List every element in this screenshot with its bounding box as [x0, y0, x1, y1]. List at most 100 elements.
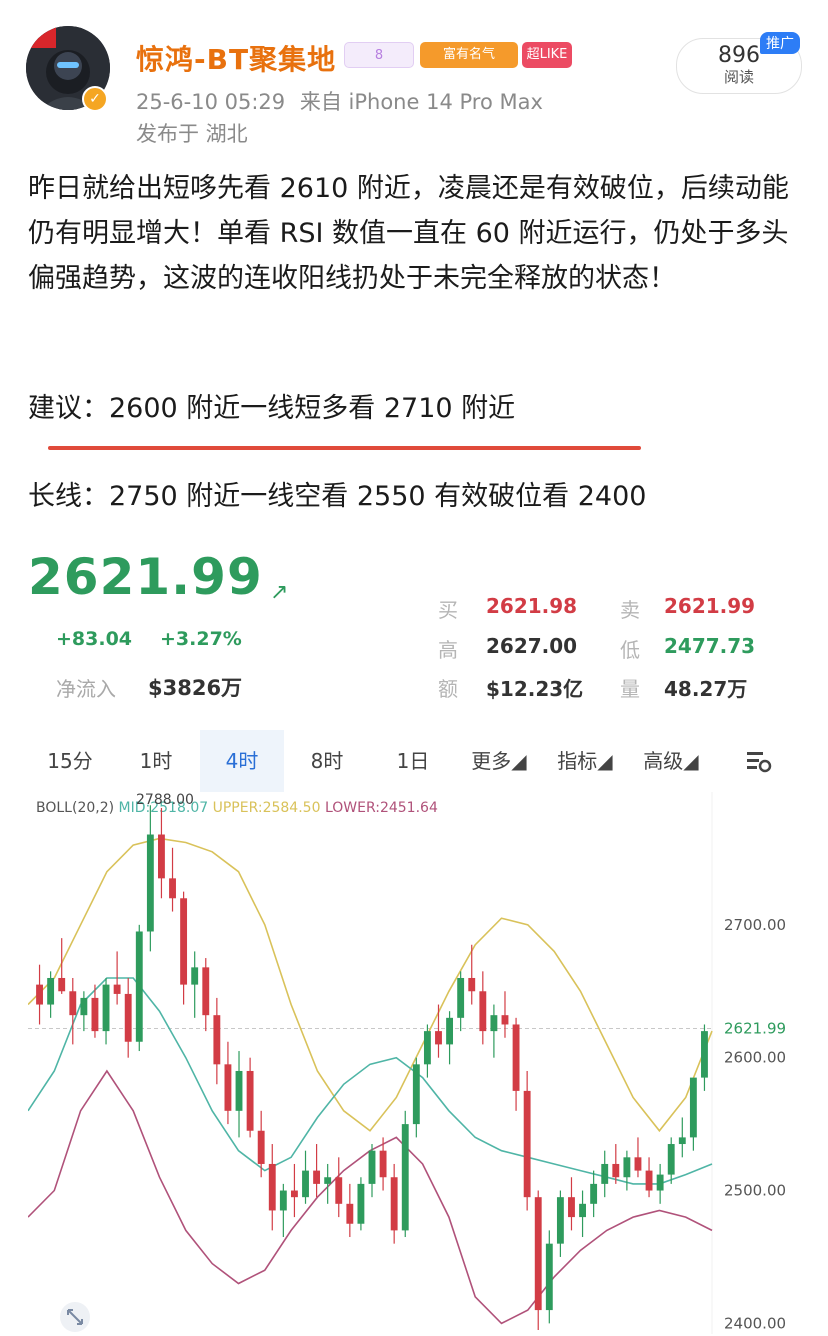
candle-body — [601, 1163, 609, 1184]
candle-body — [479, 991, 487, 1032]
candle-body — [268, 1163, 276, 1211]
promo-tag: 推广 — [760, 32, 800, 54]
candle-body — [446, 1017, 454, 1045]
y-tick-label: 2400.00 — [724, 1314, 786, 1332]
candle-body — [257, 1130, 265, 1164]
buy-value: 2621.98 — [486, 594, 578, 618]
read-label: 阅读 — [723, 68, 754, 86]
post-body: 昨日就给出短哆先看 2610 附近，凌晨还是有效破位，后续动能仍有明显增大！单看… — [28, 173, 789, 294]
expand-icon[interactable] — [60, 1302, 90, 1332]
high-label: 高 — [438, 638, 458, 662]
low-value: 2477.73 — [664, 634, 756, 658]
boll-upper-line — [28, 837, 713, 1133]
tab-8h[interactable]: 8时 — [284, 730, 370, 792]
candle-body — [169, 878, 176, 899]
candle-body — [401, 1124, 409, 1231]
netflow-label: 净流入 — [56, 677, 116, 701]
candle-body — [224, 1064, 232, 1111]
max-price-label: 2788.00 — [136, 792, 194, 808]
change-pct: +3.27% — [160, 628, 242, 650]
candle-body — [102, 984, 110, 1032]
candle-body — [545, 1243, 553, 1311]
post-timestamp: 25-6-10 05:29 — [136, 90, 286, 114]
candle-body — [523, 1090, 531, 1198]
post-source: 来自 iPhone 14 Pro Max — [299, 90, 543, 114]
candle-body — [246, 1070, 254, 1131]
candle-body — [468, 977, 476, 992]
candle-body — [423, 1031, 431, 1065]
candle-body — [390, 1177, 398, 1231]
candle-body — [689, 1077, 697, 1138]
candle-body — [490, 1015, 498, 1032]
username[interactable]: 惊鸿-BT聚集地 — [136, 38, 336, 78]
candle-body — [91, 997, 99, 1032]
candle-body — [412, 1064, 420, 1125]
candle-body — [512, 1024, 520, 1091]
candle-body — [235, 1070, 243, 1111]
candle-body — [357, 1183, 365, 1224]
post-suggestion: 建议：2600 附近一线短多看 2710 附近 — [28, 393, 516, 424]
candle-body — [623, 1157, 631, 1178]
level-badge-value: 8 — [374, 48, 384, 63]
candle-body — [146, 834, 154, 932]
chart-settings-icon[interactable] — [744, 746, 774, 776]
y-tick-label: 2600.00 — [724, 1049, 786, 1067]
candle-body — [346, 1203, 354, 1224]
tab-1d[interactable]: 1日 — [370, 730, 456, 792]
candle-body — [124, 993, 132, 1042]
sell-value: 2621.99 — [664, 594, 756, 618]
last-price: 2621.99 — [28, 548, 263, 606]
tab-4h[interactable]: 4时 — [200, 730, 284, 792]
candle-body — [180, 898, 188, 985]
candle-body — [701, 1031, 708, 1078]
tab-advanced[interactable]: 高级◢ — [628, 730, 714, 792]
candle-body — [645, 1170, 653, 1191]
tab-indicators[interactable]: 指标◢ — [542, 730, 628, 792]
candle-body — [80, 997, 88, 1016]
candle-body — [435, 1031, 442, 1045]
red-underline — [48, 446, 641, 450]
candle-body — [501, 1015, 509, 1025]
superlike-badge: 超LIKE — [522, 42, 572, 68]
candle-body — [213, 1015, 221, 1065]
boll-lower-line — [28, 1069, 713, 1325]
low-label: 低 — [620, 638, 640, 662]
tab-more[interactable]: 更多◢ — [456, 730, 542, 792]
tab-1h[interactable]: 1时 — [112, 730, 200, 792]
candle-body — [313, 1170, 321, 1184]
candle-body — [279, 1190, 287, 1211]
candle-body — [556, 1197, 564, 1244]
candle-body — [656, 1174, 664, 1191]
candle-body — [667, 1144, 675, 1175]
candle-body — [290, 1190, 298, 1198]
up-arrow-icon: ↗ — [270, 580, 289, 605]
candle-body — [58, 977, 66, 992]
candle-body — [568, 1197, 575, 1218]
volume-value: 48.27万 — [664, 677, 748, 701]
change-abs: +83.04 — [56, 628, 133, 650]
candle-body — [678, 1137, 686, 1145]
candle-body — [368, 1150, 376, 1184]
candle-body — [579, 1203, 586, 1218]
candle-body — [36, 984, 43, 1005]
candle-body — [612, 1163, 620, 1178]
candlestick-chart[interactable]: 2788.00 2700.00 2600.00 2500.00 2400.00 2621.… — [28, 792, 800, 1334]
candle-body — [113, 984, 121, 994]
tab-15m[interactable]: 15分 — [28, 730, 112, 792]
candle-body — [335, 1177, 343, 1204]
y-tick-label: 2700.00 — [724, 916, 786, 934]
volume-label: 量 — [620, 677, 640, 701]
rich-badge-label: 富有名气 — [442, 47, 495, 62]
post-long-term: 长线：2750 附近一线空看 2550 有效破位看 2400 — [28, 481, 647, 512]
netflow-value: $3826万 — [148, 676, 243, 700]
candle-body — [324, 1177, 332, 1184]
candle-body — [191, 967, 199, 985]
level-badge-icon: 8 — [344, 42, 414, 68]
candle-body — [534, 1197, 542, 1311]
candle-body — [379, 1150, 387, 1178]
post-meta: 25-6-10 05:29 来自 iPhone 14 Pro Max — [136, 86, 543, 116]
candle-body — [457, 977, 465, 1018]
post-location: 发布于 湖北 — [136, 122, 248, 146]
superlike-badge-label: 超LIKE — [526, 47, 568, 62]
candle-body — [47, 977, 55, 1005]
